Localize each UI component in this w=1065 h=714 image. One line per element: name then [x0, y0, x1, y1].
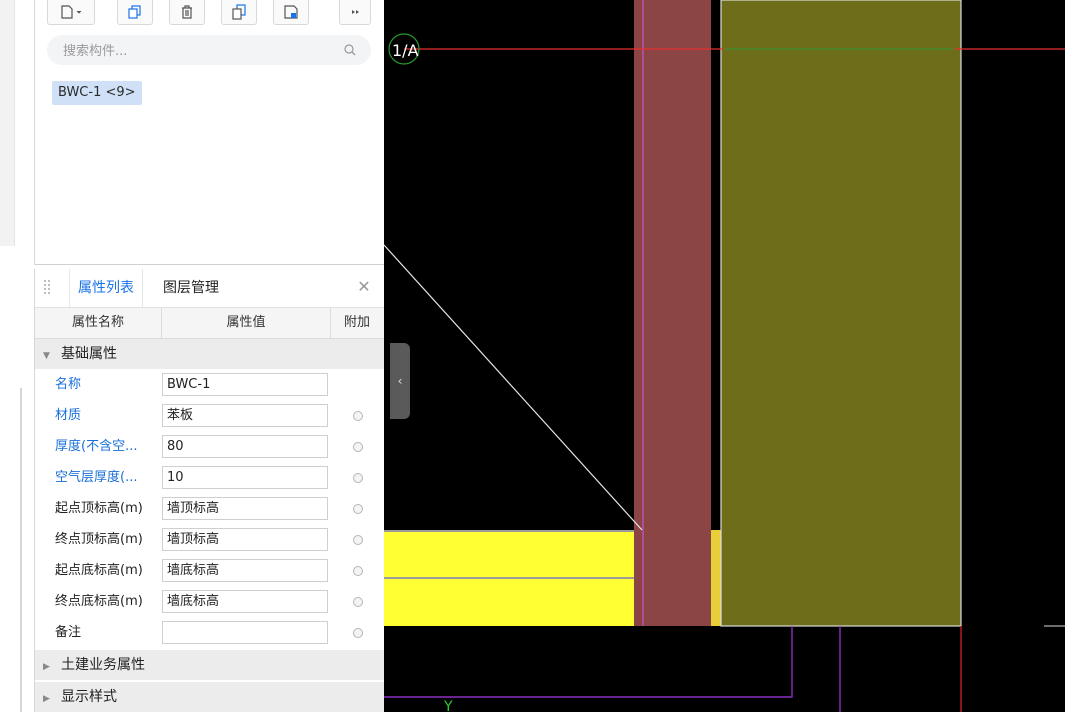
- property-value-input[interactable]: BWC-1: [162, 373, 328, 396]
- property-tabs: 属性列表 图层管理 ✕: [35, 269, 384, 308]
- property-value-input[interactable]: 苯板: [162, 404, 328, 427]
- copy-to-floor-button[interactable]: [221, 0, 257, 25]
- column-extra: 附加: [343, 315, 370, 330]
- insulation-block: [720, 0, 962, 627]
- copy-icon: [128, 5, 141, 19]
- tab-property-list[interactable]: 属性列表: [69, 269, 143, 307]
- property-row: 空气层厚度(... 10: [35, 462, 384, 493]
- canvas-drawing: 1/A Y: [384, 0, 1065, 712]
- group-label: 显示样式: [61, 689, 117, 705]
- property-value-input[interactable]: [162, 621, 328, 644]
- component-panel: BWC-1 <9>: [34, 0, 386, 265]
- property-column-header: 属性名称 属性值 附加: [35, 308, 384, 339]
- property-row: 备注: [35, 617, 384, 648]
- group-label: 土建业务属性: [61, 657, 145, 673]
- property-row: 终点底标高(m) 墙底标高: [35, 586, 384, 617]
- property-name: 终点底标高(m): [55, 594, 143, 609]
- attach-radio[interactable]: [353, 628, 363, 638]
- delete-component-button[interactable]: [169, 0, 205, 25]
- tab-layer-manager[interactable]: 图层管理: [155, 269, 227, 307]
- drag-grip-icon[interactable]: [43, 279, 51, 295]
- left-panel-edge: [0, 0, 15, 246]
- chevron-left-icon: ‹: [397, 374, 403, 388]
- copy-component-button[interactable]: [117, 0, 153, 25]
- column-name: 属性名称: [35, 308, 162, 338]
- component-search: [47, 35, 371, 65]
- more-tools-button[interactable]: [339, 0, 371, 25]
- attach-radio[interactable]: [353, 566, 363, 576]
- property-row: 材质 苯板: [35, 400, 384, 431]
- group-basic-properties[interactable]: ▼ 基础属性: [35, 339, 384, 369]
- group-civil-properties[interactable]: ▶ 土建业务属性: [35, 650, 384, 680]
- property-row: 终点顶标高(m) 墙顶标高: [35, 524, 384, 555]
- property-value-input[interactable]: 80: [162, 435, 328, 458]
- property-row: 名称 BWC-1: [35, 369, 384, 400]
- property-name: 起点顶标高(m): [55, 501, 143, 516]
- column-value: 属性值: [162, 308, 331, 338]
- expand-triangle-icon: ▶: [43, 694, 50, 704]
- property-row: 起点底标高(m) 墙底标高: [35, 555, 384, 586]
- attach-radio[interactable]: [353, 473, 363, 483]
- close-icon[interactable]: ✕: [356, 279, 372, 295]
- property-row: 厚度(不含空... 80: [35, 431, 384, 462]
- property-row: 起点顶标高(m) 墙顶标高: [35, 493, 384, 524]
- component-toolbar: [47, 0, 377, 26]
- search-icon[interactable]: [343, 43, 357, 57]
- double-chevron-right-icon: [352, 10, 359, 14]
- property-value-input[interactable]: 墙顶标高: [162, 528, 328, 551]
- layers-copy-icon: [232, 4, 246, 20]
- trash-icon: [182, 5, 192, 19]
- drawing-canvas[interactable]: 1/A Y: [384, 0, 1065, 712]
- attach-radio[interactable]: [353, 535, 363, 545]
- save-icon: [284, 5, 298, 19]
- save-component-button[interactable]: [273, 0, 309, 25]
- property-value-input[interactable]: 墙底标高: [162, 590, 328, 613]
- property-name: 起点底标高(m): [55, 563, 143, 578]
- expand-triangle-icon: ▶: [43, 662, 50, 672]
- collapse-panel-button[interactable]: ‹: [390, 343, 410, 419]
- new-component-button[interactable]: [47, 0, 95, 25]
- group-label: 基础属性: [61, 346, 117, 362]
- property-value-input[interactable]: 墙底标高: [162, 559, 328, 582]
- component-item-bwc-1[interactable]: BWC-1 <9>: [52, 81, 142, 105]
- axis-label: 1/A: [392, 41, 419, 60]
- attach-radio[interactable]: [353, 504, 363, 514]
- wall-shape: [634, 0, 711, 626]
- collapse-triangle-icon: ▼: [43, 351, 50, 361]
- property-name: 空气层厚度(...: [55, 470, 138, 485]
- property-name: 备注: [55, 625, 82, 640]
- property-name: 终点顶标高(m): [55, 532, 143, 547]
- attach-radio[interactable]: [353, 442, 363, 452]
- attach-radio[interactable]: [353, 411, 363, 421]
- property-value-input[interactable]: 墙顶标高: [162, 497, 328, 520]
- left-strip: [0, 0, 34, 712]
- property-value-input[interactable]: 10: [162, 466, 328, 489]
- new-file-icon: [61, 5, 82, 19]
- property-panel: 属性列表 图层管理 ✕ 属性名称 属性值 附加 ▼ 基础属性 名称 BWC-1 材…: [34, 269, 385, 712]
- property-name: 厚度(不含空...: [55, 439, 138, 454]
- attach-radio[interactable]: [353, 597, 363, 607]
- property-name: 名称: [55, 377, 82, 392]
- group-display-style[interactable]: ▶ 显示样式: [35, 682, 384, 712]
- property-name: 材质: [55, 408, 82, 423]
- left-scrollbar[interactable]: [20, 388, 22, 712]
- y-axis-label: Y: [443, 699, 453, 712]
- search-input[interactable]: [61, 40, 335, 62]
